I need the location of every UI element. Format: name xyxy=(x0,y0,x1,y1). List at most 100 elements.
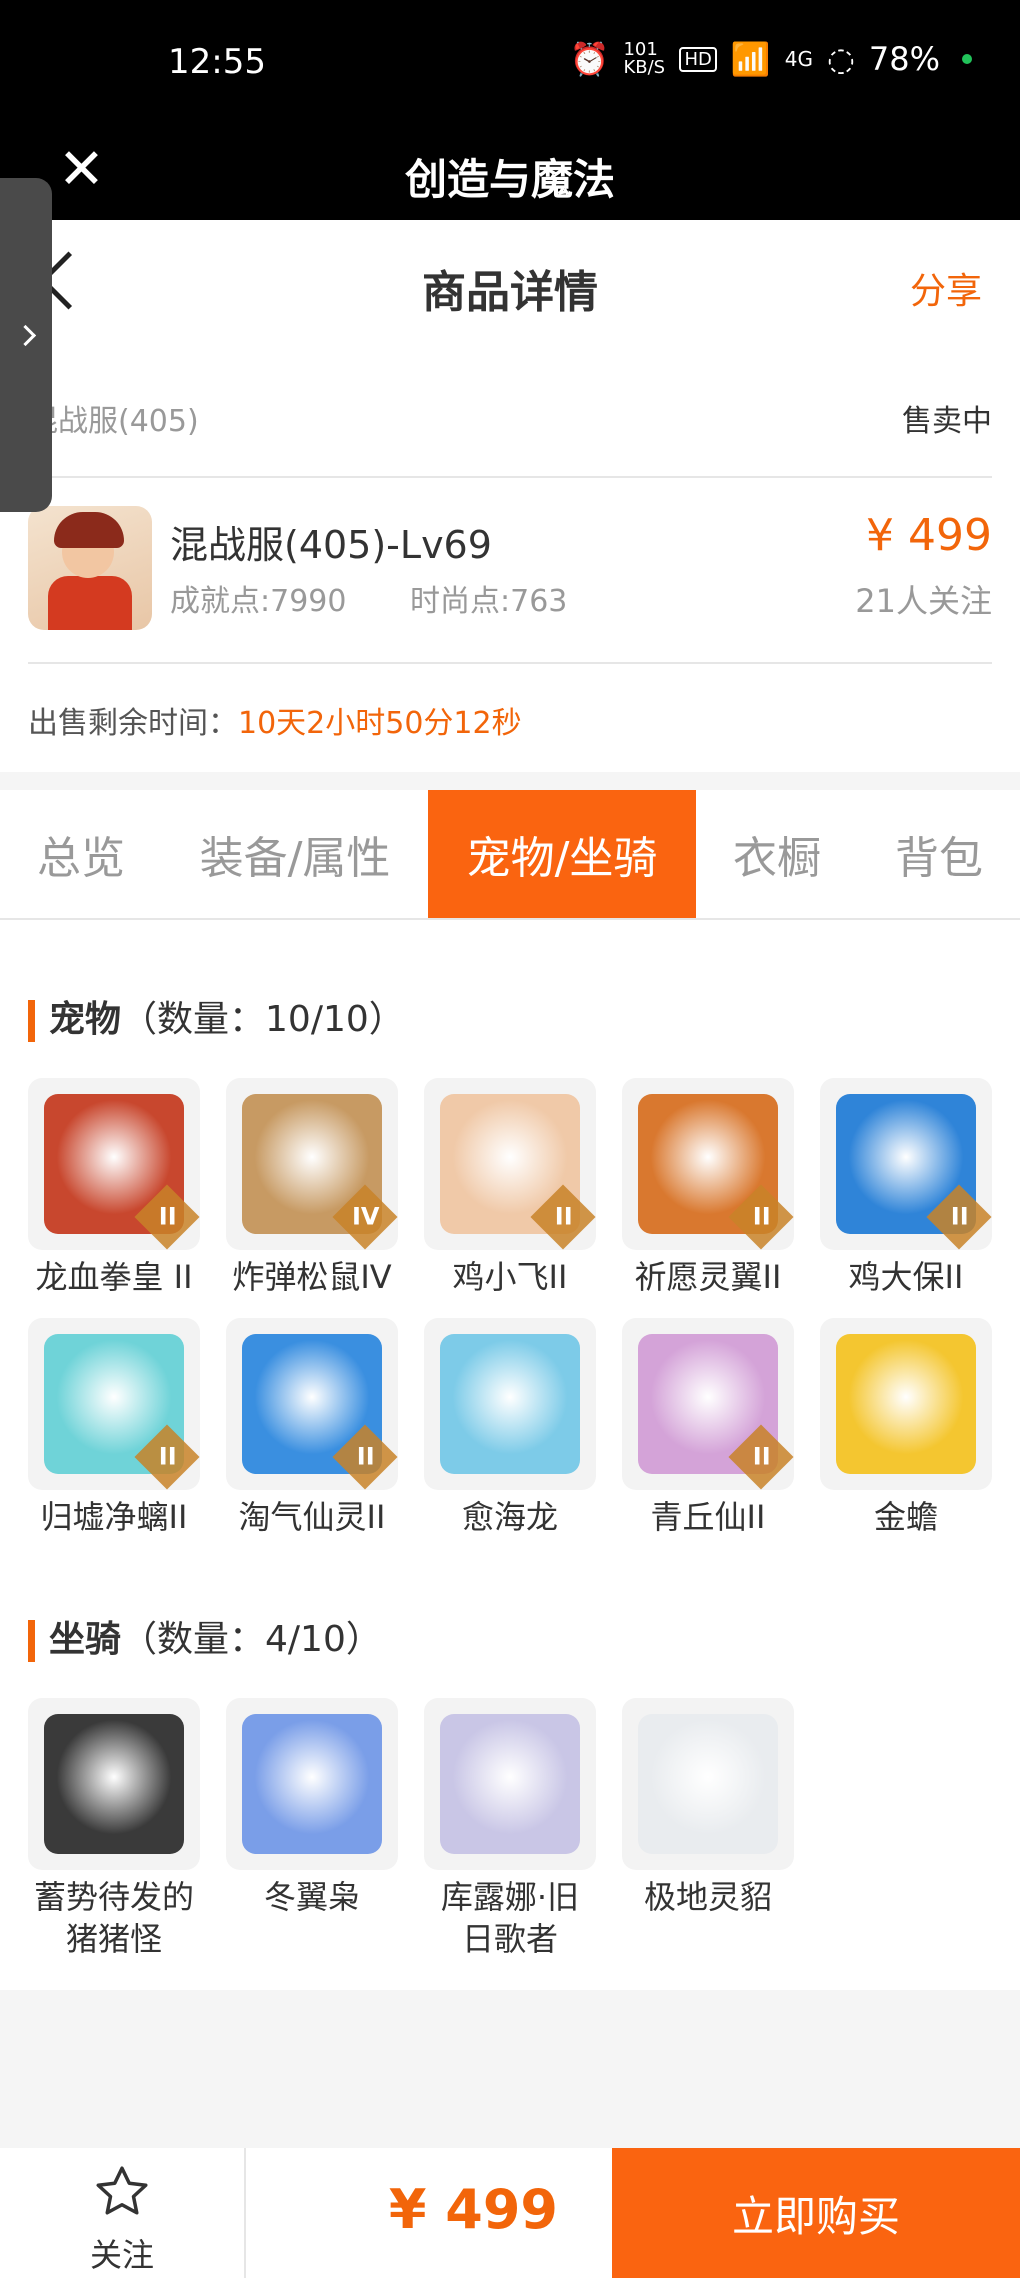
pet-name: 鸡小飞II xyxy=(452,1258,568,1296)
footer-price-box: ¥ 499 xyxy=(244,2148,612,2278)
net-speed: 101 KB/S xyxy=(623,39,666,78)
tab-wardrobe[interactable]: 衣橱 xyxy=(696,790,858,918)
chevron-right-icon xyxy=(14,324,37,347)
mount-image xyxy=(28,1698,200,1870)
pet-art xyxy=(836,1334,976,1474)
grade-label: II xyxy=(752,1442,771,1471)
pet-image: II xyxy=(28,1078,200,1250)
mount-art xyxy=(44,1714,184,1854)
mount-name: 蓄势待发的 猪猪怪 xyxy=(33,1878,194,1958)
mount-name: 冬翼枭 xyxy=(263,1878,360,1916)
pets-section-title: 宠物（数量：10/10） xyxy=(28,990,405,1042)
battery-icon: ◌ xyxy=(826,40,855,78)
mount-name: 极地灵貂 xyxy=(643,1878,772,1916)
item-meta: 成就点:7990 时尚点:763 xyxy=(170,576,621,620)
mounts-title: 坐骑 xyxy=(49,1619,122,1660)
pet-card[interactable]: II 祈愿灵翼II xyxy=(622,1078,794,1298)
pet-name: 龙血拳皇 II xyxy=(35,1258,193,1296)
grade-label: IV xyxy=(351,1202,380,1231)
hd-badge: HD xyxy=(679,46,717,72)
grade-label: II xyxy=(158,1442,177,1471)
pet-name: 祈愿灵翼II xyxy=(634,1258,782,1296)
pet-name: 归墟净螭II xyxy=(40,1498,188,1536)
app-title: 创造与魔法 xyxy=(404,155,615,204)
tab-overview[interactable]: 总览 xyxy=(0,790,162,918)
achievement-points: 成就点:7990 xyxy=(170,584,347,619)
pet-card[interactable]: II 鸡大保II xyxy=(820,1078,992,1298)
pet-card[interactable]: II 龙血拳皇 II xyxy=(28,1078,200,1298)
mount-image xyxy=(424,1698,596,1870)
pet-image xyxy=(424,1318,596,1490)
server-name: 混战服(405) xyxy=(28,404,199,439)
pets-title: 宠物 xyxy=(49,999,122,1040)
mount-card[interactable]: 极地灵貂 xyxy=(622,1698,794,1918)
avatar-hair xyxy=(54,512,124,548)
avatar-body xyxy=(48,576,132,630)
pet-image: II xyxy=(424,1078,596,1250)
grade-label: II xyxy=(950,1202,969,1231)
tab-pets-mounts[interactable]: 宠物/坐骑 xyxy=(428,790,696,918)
pet-card[interactable]: IV 炸弹松鼠IV xyxy=(226,1078,398,1298)
grade-label: II xyxy=(356,1442,375,1471)
status-dot xyxy=(962,54,972,64)
pet-image: II xyxy=(622,1078,794,1250)
detail-tabs: 总览 装备/属性 宠物/坐骑 衣橱 背包 xyxy=(0,790,1020,920)
mount-image xyxy=(622,1698,794,1870)
mounts-count: （数量：4/10） xyxy=(121,1619,382,1660)
grade-label: II xyxy=(554,1202,573,1231)
section-accent xyxy=(28,1000,35,1042)
section-accent xyxy=(28,1620,35,1662)
signal-label: 4G xyxy=(784,47,813,71)
footer-price: ¥ 499 xyxy=(388,2178,558,2241)
tab-equipment[interactable]: 装备/属性 xyxy=(162,790,428,918)
share-button[interactable]: 分享 xyxy=(910,262,982,314)
pet-art xyxy=(440,1334,580,1474)
mount-art xyxy=(440,1714,580,1854)
item-price: ¥ 499 xyxy=(866,510,992,561)
pet-card[interactable]: II 淘气仙灵II xyxy=(226,1318,398,1538)
pet-name: 炸弹松鼠IV xyxy=(232,1258,392,1296)
remaining-time: 出售剩余时间：10天2小时50分12秒 xyxy=(28,698,522,742)
mount-name: 库露娜·旧 日歌者 xyxy=(440,1878,580,1958)
follow-button[interactable]: 关注 xyxy=(0,2148,246,2278)
pet-card[interactable]: II 鸡小飞II xyxy=(424,1078,596,1298)
pet-image: IV xyxy=(226,1078,398,1250)
bottom-bar: 关注 ¥ 499 立即购买 xyxy=(0,2148,1020,2278)
pet-name: 淘气仙灵II xyxy=(238,1498,386,1536)
sale-status: 售卖中 xyxy=(902,404,992,439)
product-detail-page: 商品详情 分享 混战服(405) 售卖中 混战服(405)-Lv69 成就点:7… xyxy=(0,220,1020,1990)
divider xyxy=(28,476,992,478)
pet-card[interactable]: II 归墟净螭II xyxy=(28,1318,200,1538)
mount-art xyxy=(638,1714,778,1854)
tab-backpack[interactable]: 背包 xyxy=(858,790,1020,918)
pets-count: （数量：10/10） xyxy=(121,999,405,1040)
pet-card[interactable]: II 青丘仙II xyxy=(622,1318,794,1538)
pet-image: II xyxy=(28,1318,200,1490)
app-bar: ✕ 创造与魔法 xyxy=(0,120,1020,220)
pet-card[interactable]: 愈海龙 xyxy=(424,1318,596,1538)
mount-image xyxy=(226,1698,398,1870)
page-title: 商品详情 xyxy=(422,267,598,318)
pet-name: 青丘仙II xyxy=(650,1498,766,1536)
remaining-value: 10天2小时50分12秒 xyxy=(238,706,522,741)
item-summary: 混战服(405)-Lv69 成就点:7990 时尚点:763 ¥ 499 21人… xyxy=(28,506,992,636)
buy-now-button[interactable]: 立即购买 xyxy=(612,2148,1020,2278)
mount-card[interactable]: 蓄势待发的 猪猪怪 xyxy=(28,1698,200,1960)
pet-image: II xyxy=(622,1318,794,1490)
character-avatar xyxy=(28,506,152,630)
remaining-label: 出售剩余时间： xyxy=(28,706,238,741)
pet-card[interactable]: 金蟾 xyxy=(820,1318,992,1538)
follow-label: 关注 xyxy=(89,2236,154,2274)
pet-name: 愈海龙 xyxy=(461,1498,558,1536)
pet-image: II xyxy=(820,1078,992,1250)
mounts-section-title: 坐骑（数量：4/10） xyxy=(28,1610,382,1662)
battery-level: 78% xyxy=(868,40,940,78)
pet-name: 金蟾 xyxy=(873,1498,938,1536)
mount-art xyxy=(242,1714,382,1854)
pet-image xyxy=(820,1318,992,1490)
status-bar: 12:55 ⏰ 101 KB/S HD 📶 4G ◌ 78% xyxy=(0,0,1020,120)
mount-card[interactable]: 库露娜·旧 日歌者 xyxy=(424,1698,596,1960)
item-name: 混战服(405)-Lv69 xyxy=(170,523,492,567)
mount-card[interactable]: 冬翼枭 xyxy=(226,1698,398,1918)
side-drawer-handle[interactable] xyxy=(0,178,52,512)
